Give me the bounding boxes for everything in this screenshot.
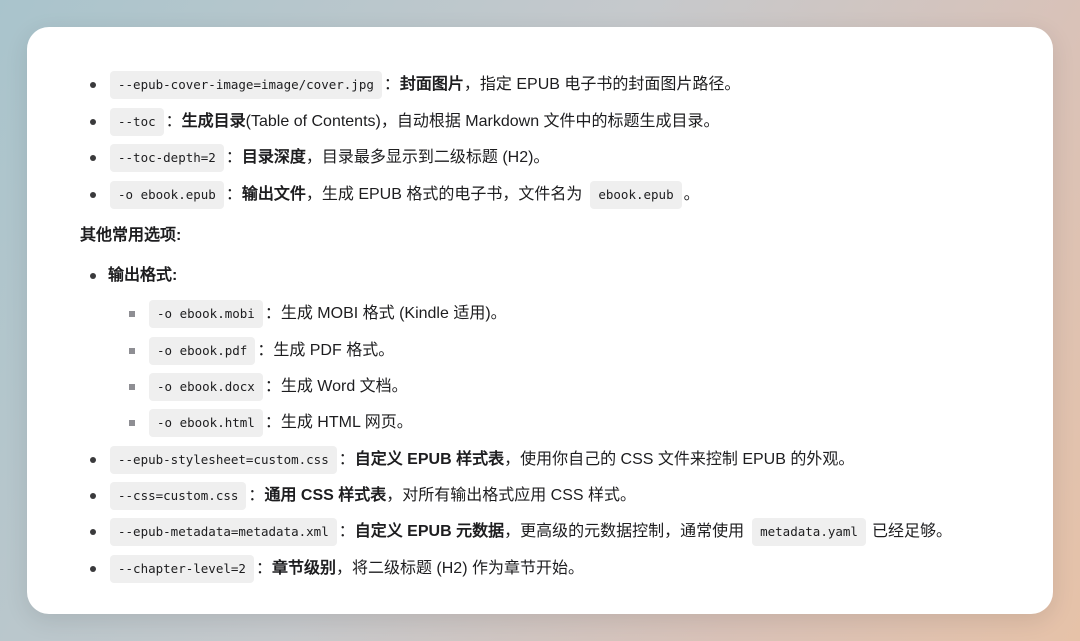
bold-term: 章节级别 — [271, 560, 336, 577]
inline-code: -o ebook.docx — [149, 373, 263, 401]
item-text: ，更高级的元数据控制，通常使用 — [504, 523, 745, 540]
separator: ： — [165, 113, 182, 130]
inline-code: metadata.yaml — [752, 518, 866, 546]
item-tail: 已经足够。 — [871, 523, 952, 540]
bold-term: 输出格式: — [108, 267, 178, 284]
inline-code: -o ebook.html — [149, 409, 263, 437]
item-text: ：生成 MOBI 格式 (Kindle 适用)。 — [264, 305, 507, 322]
section-heading: 其他常用选项: — [80, 227, 182, 244]
inline-code: --epub-stylesheet=custom.css — [110, 446, 337, 474]
bold-term: 输出文件 — [241, 186, 306, 203]
inline-code: --chapter-level=2 — [110, 555, 254, 583]
separator: ： — [338, 523, 355, 540]
bullet — [90, 155, 96, 161]
item-text: ，使用你自己的 CSS 文件来控制 EPUB 的外观。 — [504, 451, 855, 468]
content-card: --epub-cover-image=image/cover.jpg ： 封面图… — [27, 27, 1053, 614]
item-text: ：生成 HTML 网页。 — [264, 414, 413, 431]
square-bullet — [129, 420, 135, 426]
bullet — [90, 566, 96, 572]
item-text: ，将二级标题 (H2) 作为章节开始。 — [335, 560, 584, 577]
item-text: ，目录最多显示到二级标题 (H2)。 — [305, 149, 550, 166]
inline-code: --css=custom.css — [110, 482, 247, 510]
bullet — [90, 192, 96, 198]
bold-term: 通用 CSS 样式表 — [264, 487, 387, 504]
square-bullet — [129, 311, 135, 317]
item-text: ，生成 EPUB 格式的电子书，文件名为 — [305, 186, 583, 203]
separator: ： — [225, 186, 242, 203]
inline-code: --epub-metadata=metadata.xml — [110, 518, 337, 546]
separator: ： — [225, 149, 242, 166]
inline-code: ebook.epub — [590, 181, 682, 209]
item-text: ：生成 PDF 格式。 — [257, 342, 395, 359]
separator: ： — [255, 560, 272, 577]
bullet — [90, 82, 96, 88]
bold-term: 自定义 EPUB 元数据 — [354, 523, 505, 540]
bold-term: 生成目录 — [181, 113, 246, 130]
inline-code: -o ebook.mobi — [149, 300, 263, 328]
separator: ： — [248, 487, 265, 504]
inline-code: --toc — [110, 108, 164, 136]
item-text: ，指定 EPUB 电子书的封面图片路径。 — [463, 76, 741, 93]
item-text: ，对所有输出格式应用 CSS 样式。 — [386, 487, 637, 504]
square-bullet — [129, 384, 135, 390]
bold-term: 封面图片 — [399, 76, 464, 93]
item-text: (Table of Contents)，自动根据 Markdown 文件中的标题… — [245, 113, 720, 130]
inline-code: --epub-cover-image=image/cover.jpg — [110, 71, 382, 99]
square-bullet — [129, 348, 135, 354]
bullet — [90, 119, 96, 125]
bullet — [90, 529, 96, 535]
inline-code: -o ebook.epub — [110, 181, 224, 209]
separator: ： — [338, 451, 355, 468]
bullet — [90, 273, 96, 279]
item-tail: 。 — [683, 186, 700, 203]
bullet — [90, 493, 96, 499]
bold-term: 目录深度 — [241, 149, 306, 166]
inline-code: -o ebook.pdf — [149, 337, 256, 365]
bold-term: 自定义 EPUB 样式表 — [354, 451, 505, 468]
inline-code: --toc-depth=2 — [110, 144, 224, 172]
separator: ： — [383, 76, 400, 93]
item-text: ：生成 Word 文档。 — [264, 378, 408, 395]
bullet — [90, 457, 96, 463]
